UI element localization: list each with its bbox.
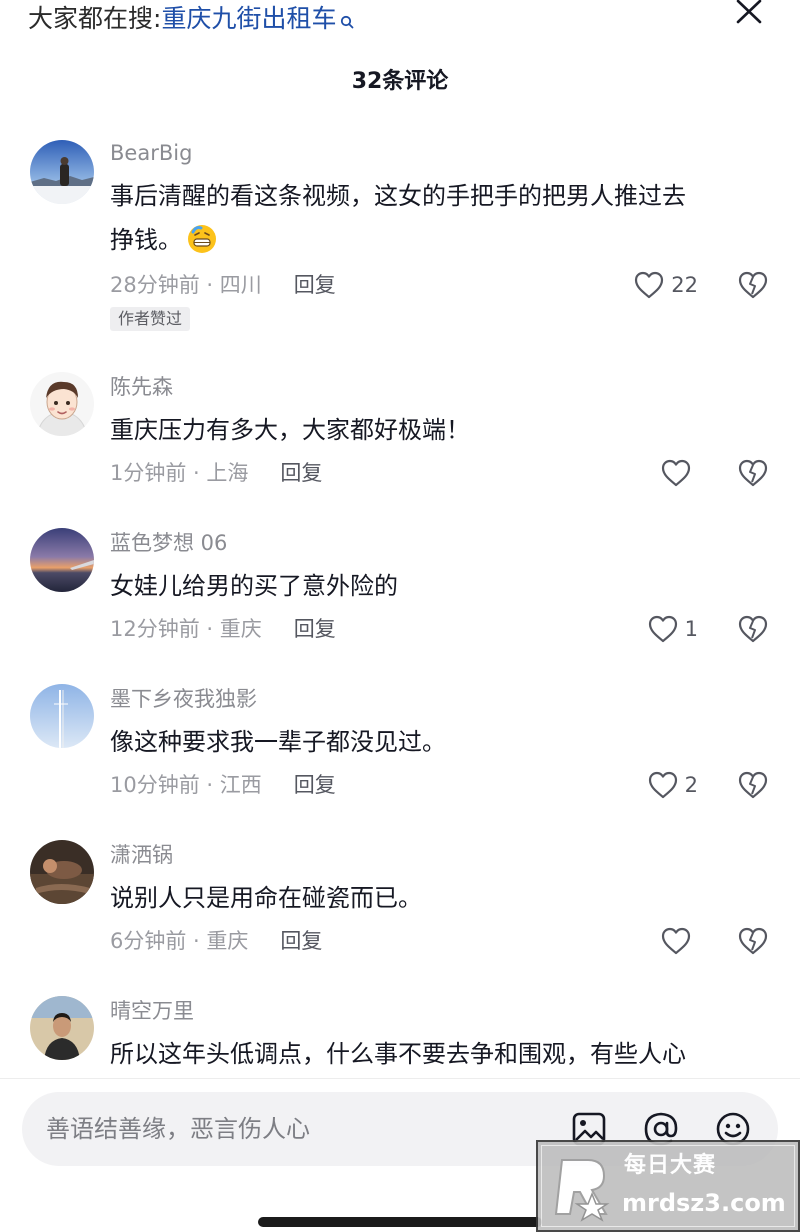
comment-text: 重庆压力有多大，大家都好极端！: [110, 416, 470, 444]
comment-time-location: 10分钟前 · 江西: [110, 773, 262, 797]
home-indicator[interactable]: [258, 1217, 542, 1227]
reply-button[interactable]: 回复: [294, 270, 336, 300]
divider: [0, 1078, 800, 1079]
comment-text: 所以这年头低调点，什么事不要去争和围观，有些人心: [110, 1040, 686, 1068]
avatar[interactable]: [30, 140, 94, 204]
like-button[interactable]: 1: [647, 614, 698, 644]
comment-text: 女娃儿给男的买了意外险的: [110, 572, 398, 600]
watermark-url: mrdsz3.com: [622, 1189, 786, 1217]
comment-username[interactable]: 蓝色梦想 06: [110, 528, 227, 558]
comment-text: 事后清醒的看这条视频，这女的手把手的把男人推过去 挣钱。: [110, 174, 770, 262]
comment-sheet: 大家都在搜: 重庆九街出租车 32条评论 BearBig 事后清醒的看这条视频，…: [0, 0, 800, 1232]
grimacing-sweat-emoji-icon: [186, 222, 218, 254]
comment-time-location: 6分钟前 · 重庆: [110, 929, 249, 953]
like-count: 22: [671, 273, 698, 297]
avatar[interactable]: [30, 840, 94, 904]
comment-meta: 12分钟前 · 重庆 回复: [110, 614, 336, 644]
watermark-title: 每日大赛: [624, 1153, 717, 1178]
heart-outline-icon: [660, 458, 692, 488]
reply-button[interactable]: 回复: [280, 458, 322, 488]
broken-heart-icon[interactable]: [736, 270, 770, 300]
comment-time-location: 1分钟前 · 上海: [110, 461, 249, 485]
close-icon[interactable]: [732, 0, 766, 26]
search-icon: [340, 4, 354, 29]
comment-meta: 28分钟前 · 四川 回复: [110, 270, 336, 300]
comment-username[interactable]: 潇洒锅: [110, 840, 173, 870]
top-bar: 大家都在搜: 重庆九街出租车: [0, 0, 800, 44]
heart-outline-icon: [660, 926, 692, 956]
author-liked-badge: 作者赞过: [110, 307, 191, 331]
search-suggestion[interactable]: 大家都在搜: 重庆九街出租车: [28, 2, 354, 36]
comment-text: 说别人只是用命在碰瓷而已。: [110, 884, 422, 912]
reply-button[interactable]: 回复: [294, 770, 336, 800]
comment-time-location: 12分钟前 · 重庆: [110, 617, 262, 641]
heart-outline-icon: [633, 270, 665, 300]
watermark: 每日大赛 mrdsz3.com: [536, 1140, 800, 1232]
avatar[interactable]: [30, 684, 94, 748]
comment-text-line-2: 挣钱。: [110, 226, 182, 254]
watermark-logo: [552, 1152, 616, 1224]
broken-heart-icon[interactable]: [736, 770, 770, 800]
like-button[interactable]: 22: [633, 270, 698, 300]
comment-username[interactable]: 墨下乡夜我独影: [110, 684, 257, 714]
search-suggestion-prefix: 大家都在搜:: [28, 4, 162, 33]
comment-username[interactable]: BearBig: [110, 138, 192, 168]
avatar[interactable]: [30, 996, 94, 1060]
comment-text-line: 挣钱。: [110, 218, 770, 262]
broken-heart-icon[interactable]: [736, 614, 770, 644]
broken-heart-icon[interactable]: [736, 926, 770, 956]
like-count: 2: [684, 773, 698, 797]
comment-meta: 1分钟前 · 上海 回复: [110, 458, 322, 488]
like-button[interactable]: [660, 458, 698, 488]
comment-username[interactable]: 陈先森: [110, 372, 173, 402]
heart-outline-icon: [647, 770, 679, 800]
reply-button[interactable]: 回复: [280, 926, 322, 956]
like-count: 1: [684, 617, 698, 641]
comment-input[interactable]: 善语结善缘，恶言伤人心: [46, 1112, 466, 1146]
comment-meta: 10分钟前 · 江西 回复: [110, 770, 336, 800]
broken-heart-icon[interactable]: [736, 458, 770, 488]
comment-count-title: 32条评论: [351, 69, 449, 94]
comment-meta: 6分钟前 · 重庆 回复: [110, 926, 322, 956]
comment-text-line: 事后清醒的看这条视频，这女的手把手的把男人推过去: [110, 182, 686, 210]
avatar[interactable]: [30, 372, 94, 436]
heart-outline-icon: [647, 614, 679, 644]
comment-time-location: 28分钟前 · 四川: [110, 273, 262, 297]
reply-button[interactable]: 回复: [294, 614, 336, 644]
like-button[interactable]: [660, 926, 698, 956]
comment-text: 像这种要求我一辈子都没见过。: [110, 728, 446, 756]
like-button[interactable]: 2: [647, 770, 698, 800]
avatar[interactable]: [30, 528, 94, 592]
comment-username[interactable]: 晴空万里: [110, 996, 194, 1026]
search-suggestion-term[interactable]: 重庆九街出租车: [161, 2, 336, 36]
